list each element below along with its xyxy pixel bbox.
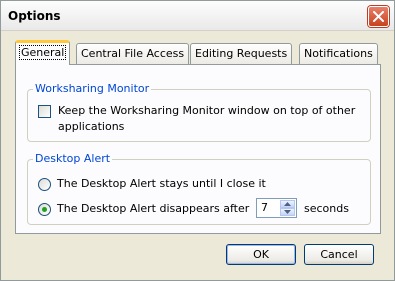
close-icon [373,11,384,22]
radio-selected-dot [42,207,47,212]
arrow-down-icon [284,210,291,214]
tab-central-file-access-label: Central File Access [81,47,185,60]
desktop-alert-group: Desktop Alert The Desktop Alert stays un… [27,152,371,225]
options-dialog: Options General Central File Access Edit… [0,0,395,281]
keep-on-top-label-line2: applications [58,120,125,133]
seconds-spinner[interactable]: 7 [256,198,297,218]
spinner-up-button[interactable] [280,200,295,208]
title-bar[interactable]: Options [1,1,394,31]
alert-stays-label: The Desktop Alert stays until I close it [57,177,266,190]
alert-disappears-label: The Desktop Alert disappears after [57,202,250,215]
close-button[interactable] [368,6,389,27]
tab-notifications[interactable]: Notifications [299,43,378,64]
tab-general[interactable]: General [15,40,71,65]
tab-editing-requests[interactable]: Editing Requests [190,43,293,64]
tab-general-label: General [18,45,67,60]
ok-button[interactable]: OK [226,244,296,265]
worksharing-monitor-group: Worksharing Monitor Keep the Worksharing… [27,82,371,142]
tab-editing-requests-label: Editing Requests [195,47,288,60]
spinner-buttons [280,200,295,216]
tab-notifications-label: Notifications [304,47,373,60]
window-title: Options [8,9,61,23]
seconds-value: 7 [261,201,268,214]
keep-on-top-label-line1: Keep the Worksharing Monitor window on t… [58,104,356,117]
alert-disappears-radio[interactable] [38,203,51,216]
cancel-button[interactable]: Cancel [304,244,374,265]
arrow-up-icon [284,202,291,206]
spinner-down-button[interactable] [280,208,295,216]
general-tab-panel: Worksharing Monitor Keep the Worksharing… [15,64,381,234]
seconds-unit-label: seconds [304,202,349,215]
tab-strip: General Central File Access Editing Requ… [15,40,381,65]
worksharing-monitor-group-label: Worksharing Monitor [33,82,152,96]
alert-stays-radio[interactable] [38,178,51,191]
desktop-alert-group-label: Desktop Alert [33,152,113,166]
keep-on-top-checkbox[interactable] [38,105,51,118]
tab-central-file-access[interactable]: Central File Access [76,43,190,64]
